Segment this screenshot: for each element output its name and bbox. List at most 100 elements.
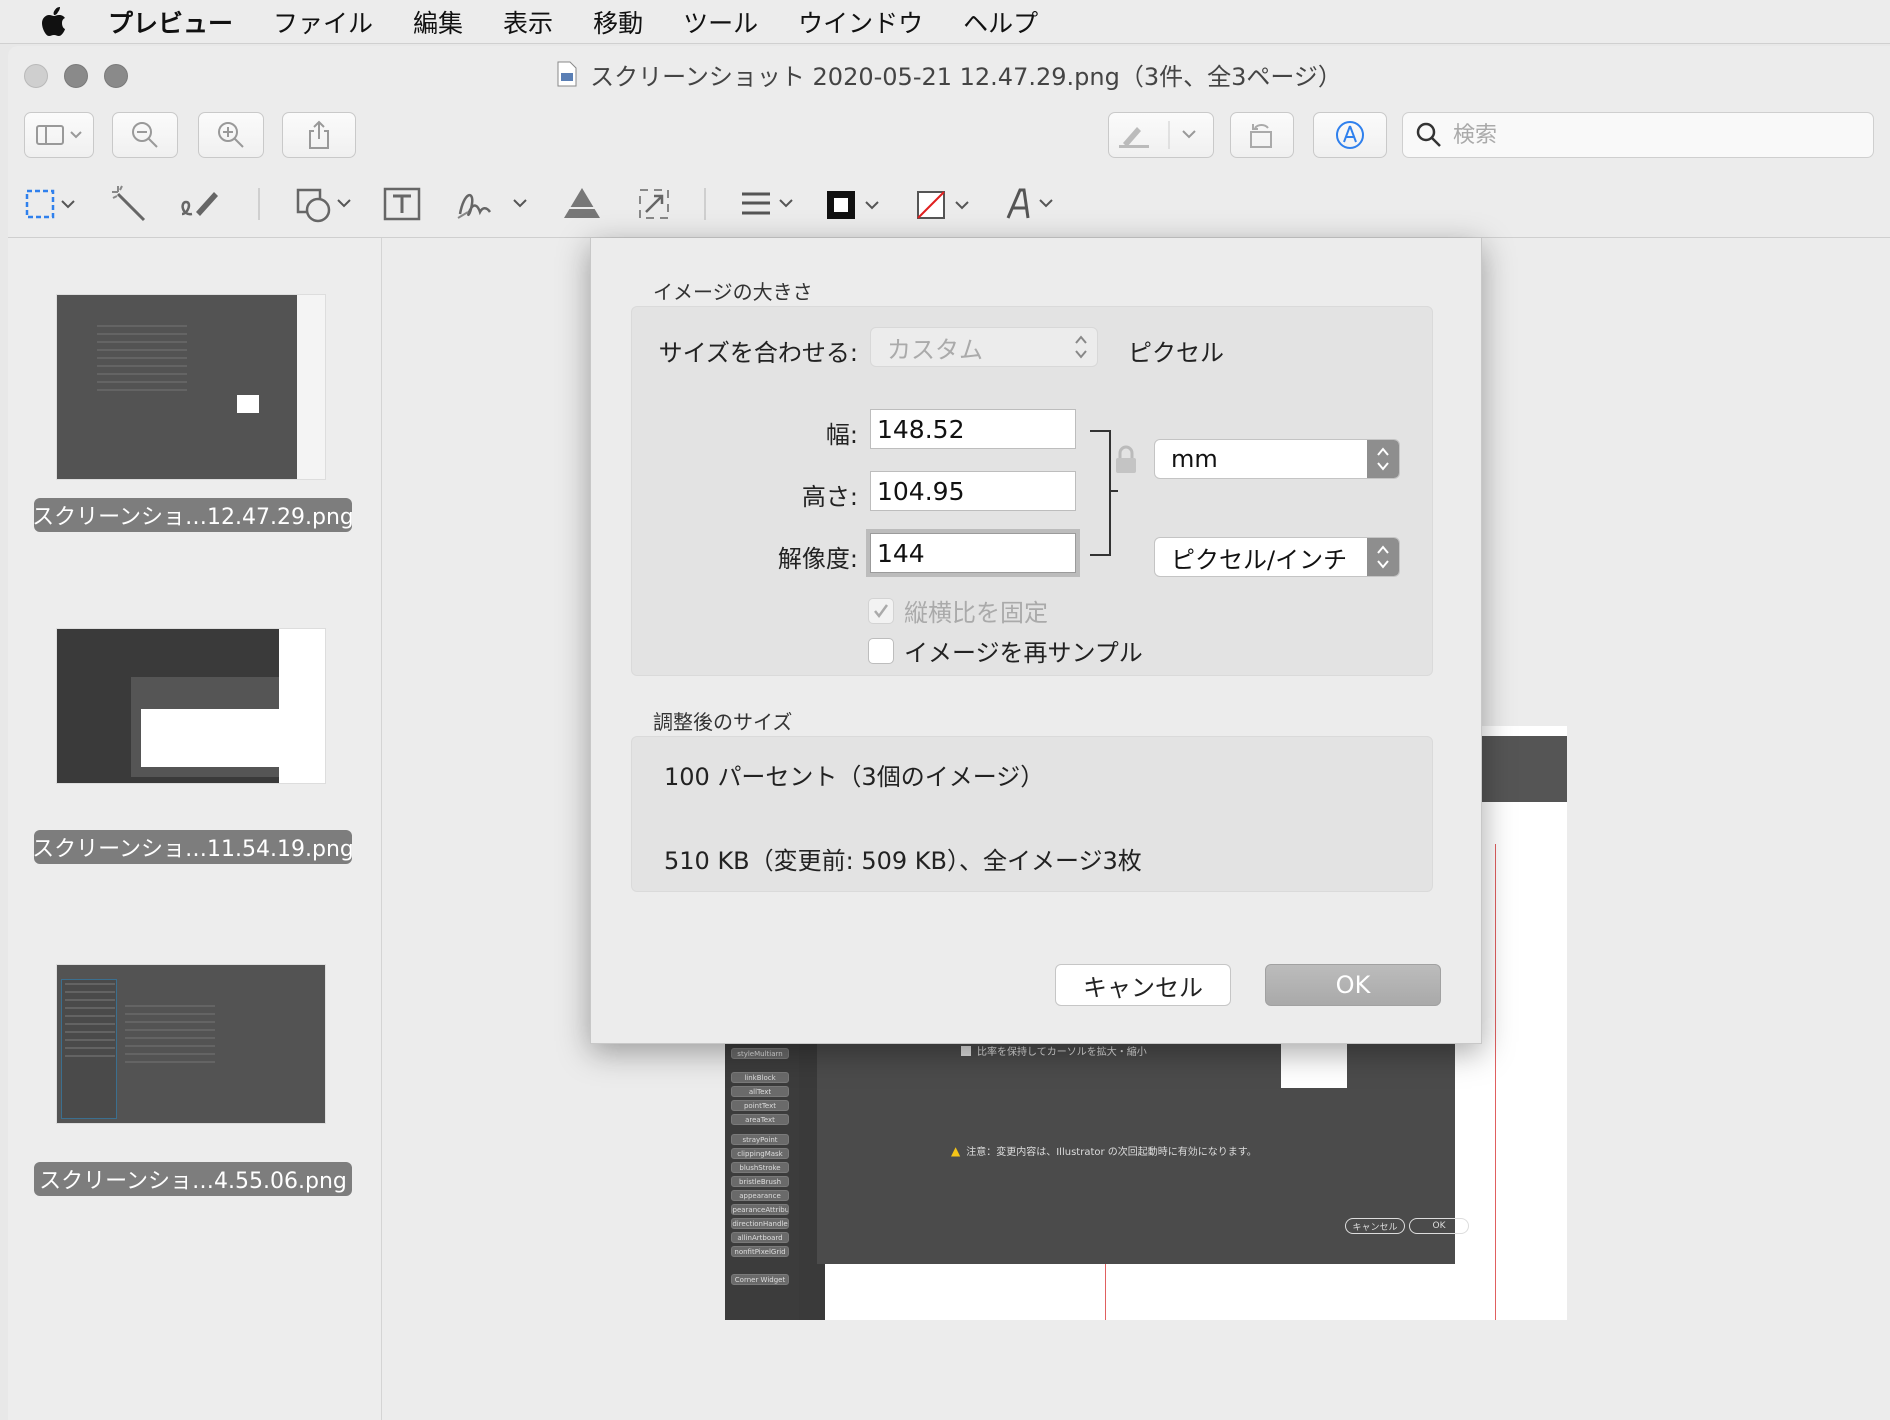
updown-arrows-icon (1367, 538, 1399, 576)
resolution-label: 解像度: (777, 545, 858, 573)
thumbnail-label-2[interactable]: スクリーンショ…11.54.19.png (32, 830, 354, 864)
menu-tools[interactable]: ツール (683, 4, 758, 40)
share-button[interactable] (282, 112, 356, 158)
bg-checkbox: 比率を保持してカーソルを拡大・縮小 (961, 1043, 1147, 1058)
panel-button: clippingMask (731, 1148, 789, 1159)
sign-tool[interactable] (454, 184, 534, 224)
fit-popup: カスタム (870, 327, 1098, 367)
fit-label: サイズを合わせる: (658, 339, 858, 367)
resolution-unit-popup[interactable]: ピクセル/インチ (1154, 537, 1400, 577)
menu-go[interactable]: 移動 (593, 4, 643, 40)
fill-color-tool[interactable] (914, 184, 978, 224)
text-style-tool[interactable] (1002, 184, 1062, 224)
zoom-out-icon (132, 122, 158, 148)
resolution-field[interactable]: 144 (866, 529, 1080, 577)
panel-button: styleMultiarn (731, 1048, 789, 1059)
height-field[interactable]: 104.95 (870, 471, 1076, 511)
size-unit-popup[interactable]: mm (1154, 439, 1400, 479)
updown-arrows-icon (1065, 328, 1097, 366)
document-icon (557, 61, 577, 87)
width-field[interactable]: 148.52 (870, 409, 1076, 449)
panel-button: nonfitPixelGrid (731, 1246, 789, 1257)
lock-icon[interactable] (1114, 445, 1138, 479)
result-percent: 100 パーセント（3個のイメージ） (664, 763, 1045, 791)
close-button[interactable] (24, 64, 48, 88)
menu-app-name[interactable]: プレビュー (108, 4, 233, 40)
zoom-out-button[interactable] (112, 112, 178, 158)
warning-icon: ▲ (951, 1143, 961, 1158)
adjust-color-icon (562, 188, 602, 218)
ok-button[interactable]: OK (1265, 964, 1441, 1006)
result-group: 100 パーセント（3個のイメージ） 510 KB（変更前: 509 KB）、全… (631, 736, 1433, 892)
sign-icon (457, 193, 527, 219)
rotate-icon (1250, 124, 1272, 148)
sketch-icon (181, 192, 218, 216)
toolbar-separator (704, 188, 706, 220)
cancel-button[interactable]: キャンセル (1055, 964, 1231, 1006)
adjust-size-icon (639, 189, 669, 219)
thumbnail-2[interactable] (56, 628, 326, 784)
instant-alpha-tool[interactable] (110, 184, 150, 224)
panel-button: linkBlock (731, 1072, 789, 1083)
highlight-button[interactable] (1108, 112, 1214, 158)
zoom-in-icon (218, 122, 244, 148)
panel-button: pointText (731, 1100, 789, 1111)
result-section-title: 調整後のサイズ (653, 710, 793, 734)
fit-unit-label: ピクセル (1128, 339, 1224, 367)
panel-button: appearanceAttribute (731, 1204, 789, 1215)
thumbnail-1[interactable] (56, 294, 326, 480)
panel-button: allText (731, 1086, 789, 1097)
search-input[interactable] (1453, 122, 1853, 148)
result-size: 510 KB（変更前: 509 KB）、全イメージ3枚 (664, 847, 1142, 875)
rotate-button[interactable] (1230, 112, 1294, 158)
sidebar-icon (36, 125, 82, 145)
checkbox-box[interactable] (868, 637, 894, 664)
border-color-tool[interactable] (824, 184, 888, 224)
text-tool[interactable] (382, 184, 422, 224)
menu-window[interactable]: ウインドウ (798, 4, 923, 40)
menu-bar: プレビュー ファイル 編集 表示 移動 ツール ウインドウ ヘルプ (0, 0, 1890, 44)
markup-toolbar (8, 166, 1890, 238)
search-field[interactable] (1402, 112, 1874, 158)
window-title: スクリーンショット 2020-05-21 12.47.29.png（3件、全3ペ… (556, 57, 1342, 92)
menu-help[interactable]: ヘルプ (963, 4, 1038, 40)
selection-tool[interactable] (24, 184, 80, 224)
sketch-tool[interactable] (178, 184, 222, 224)
minimize-button[interactable] (64, 64, 88, 88)
checkmark-icon (868, 597, 894, 624)
height-label: 高さ: (801, 483, 858, 511)
panel-button: areaText (731, 1114, 789, 1125)
fit-popup-value: カスタム (887, 335, 983, 364)
rect-selection-icon (25, 189, 75, 219)
keep-ratio-checkbox: 縦横比を固定 (868, 593, 1048, 628)
panel-button: bristleBrush (731, 1176, 789, 1187)
markup-toolbar-button[interactable] (1313, 112, 1387, 158)
apple-icon[interactable] (26, 0, 82, 44)
image-size-group: サイズを合わせる: カスタム ピクセル 幅: 148.52 高さ: 104.95… (631, 306, 1433, 676)
thumbnail-label-3[interactable]: スクリーンショ…4.55.06.png (34, 1162, 352, 1196)
image-size-section-title: イメージの大きさ (653, 280, 813, 304)
share-icon (309, 120, 329, 149)
menu-view[interactable]: 表示 (503, 4, 553, 40)
zoom-in-button[interactable] (198, 112, 264, 158)
instant-alpha-icon (112, 185, 146, 222)
zoom-button[interactable] (104, 64, 128, 88)
thumbnail-3[interactable] (56, 964, 326, 1124)
thumbnail-label-1[interactable]: スクリーンショ…12.47.29.png (32, 498, 354, 532)
shape-style-tool[interactable] (738, 184, 800, 224)
sidebar-toggle-button[interactable] (24, 112, 94, 158)
updown-arrows-icon (1367, 440, 1399, 478)
adjust-size-tool[interactable] (636, 184, 672, 224)
adjust-color-tool[interactable] (560, 184, 604, 224)
menu-file[interactable]: ファイル (273, 4, 373, 40)
panel-button: blushStroke (731, 1162, 789, 1173)
panel-button: appearance (731, 1190, 789, 1201)
artboard-guide (1495, 844, 1496, 1320)
resample-checkbox[interactable]: イメージを再サンプル (868, 633, 1143, 668)
keep-ratio-label: 縦横比を固定 (904, 599, 1048, 627)
title-bar: スクリーンショット 2020-05-21 12.47.29.png（3件、全3ペ… (8, 46, 1890, 102)
shapes-tool[interactable] (294, 184, 358, 224)
menu-edit[interactable]: 編集 (413, 4, 463, 40)
width-label: 幅: (825, 421, 858, 449)
panel-button: strayPoint (731, 1134, 789, 1145)
